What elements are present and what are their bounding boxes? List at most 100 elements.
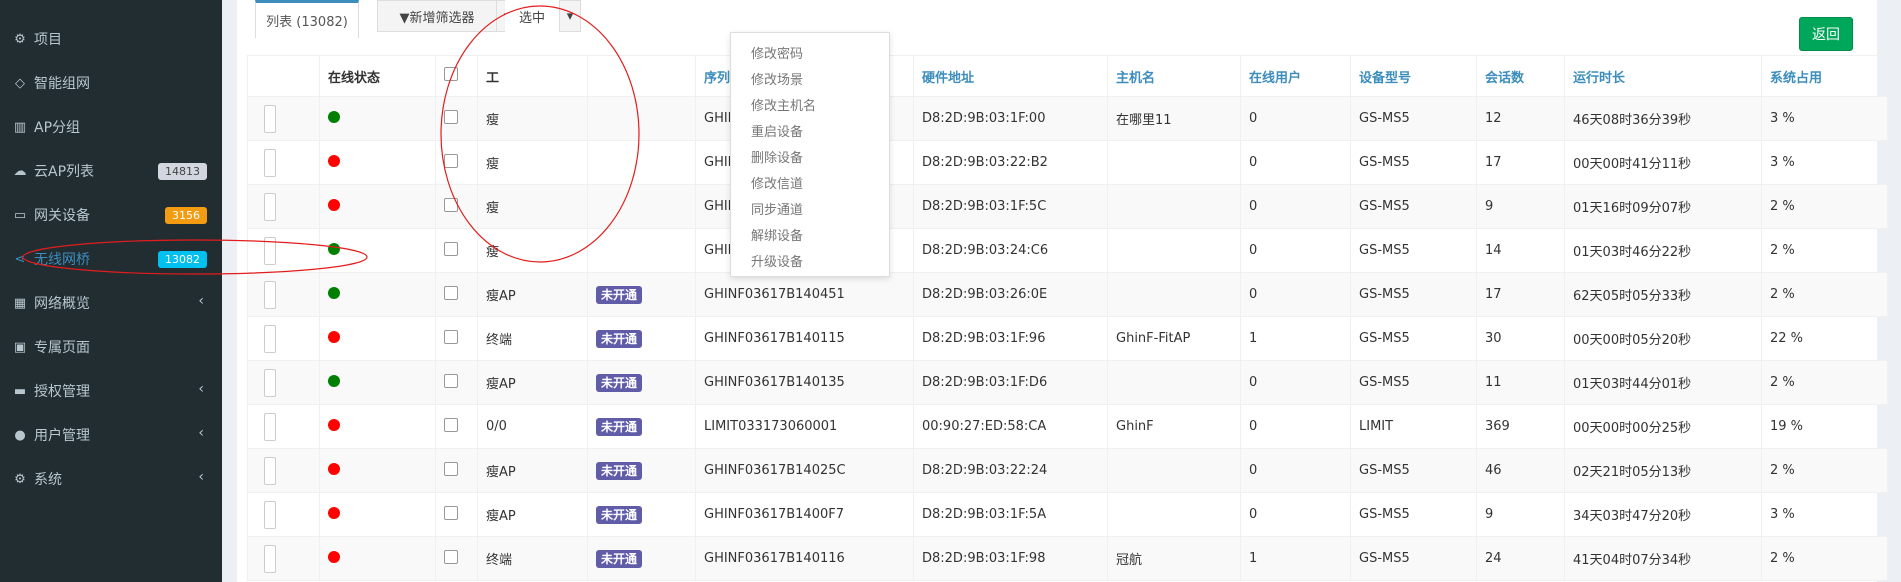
dropdown-item-1[interactable]: 修改场景 (751, 69, 803, 88)
table-row[interactable]: 瘦GHINF03617B1402A3D8:2D:9B:03:22:B20GS-M… (247, 140, 1888, 185)
device-icon-cell (247, 96, 320, 141)
model-cell: GS-MS5 (1350, 96, 1477, 141)
sidebar-item-7[interactable]: ▣ 专属页面 (0, 325, 222, 369)
online-status-cell (319, 140, 436, 185)
header-checkbox[interactable] (435, 55, 478, 97)
row-checkbox[interactable] (444, 549, 458, 564)
table-row[interactable]: 0/0 未开通 LIMIT033173060001 00:90:27:ED:58:CA… (247, 404, 1888, 449)
select-all-checkbox[interactable] (444, 67, 458, 81)
row-checkbox-cell[interactable] (435, 140, 478, 185)
device-icon (264, 236, 276, 265)
row-checkbox-cell[interactable] (435, 184, 478, 229)
header-model[interactable]: 设备型号 (1350, 55, 1477, 97)
model-cell: LIMIT (1350, 404, 1477, 449)
header-uptime[interactable]: 运行时长 (1564, 55, 1762, 97)
row-checkbox[interactable] (444, 417, 458, 432)
row-checkbox[interactable] (444, 153, 458, 168)
header-mac[interactable]: 硬件地址 (913, 55, 1108, 97)
row-checkbox-cell[interactable] (435, 536, 478, 581)
sidebar-item-5[interactable]: ⋖ 无线网桥 13082 (0, 237, 222, 281)
row-checkbox-cell[interactable] (435, 448, 478, 493)
dropdown-item-7[interactable]: 解绑设备 (751, 225, 803, 244)
sidebar-item-9[interactable]: ● 用户管理 ‹ (0, 413, 222, 457)
row-checkbox-cell[interactable] (435, 404, 478, 449)
table-row[interactable]: 瘦AP 未开通 GHINF03617B140451 D8:2D:9B:03:26:0E… (247, 272, 1888, 317)
dropdown-item-8[interactable]: 升级设备 (751, 251, 803, 270)
model-cell: GS-MS5 (1350, 272, 1477, 317)
sidebar-item-0[interactable]: ⚙ 项目 (0, 17, 222, 61)
select-label-button[interactable]: 选中 (505, 0, 559, 32)
table-row[interactable]: 瘦AP 未开通 GHINF03617B14025C D8:2D:9B:03:22:24… (247, 448, 1888, 493)
row-checkbox-cell[interactable] (435, 96, 478, 141)
header-sessions[interactable]: 会话数 (1476, 55, 1565, 97)
row-checkbox-cell[interactable] (435, 228, 478, 273)
dropdown-item-3[interactable]: 重启设备 (751, 121, 803, 140)
sidebar-item-10[interactable]: ⚙ 系统 ‹ (0, 457, 222, 501)
row-checkbox[interactable] (444, 109, 458, 124)
header-mode[interactable]: 工 (477, 55, 588, 97)
header-load[interactable]: 系统占用 (1761, 55, 1888, 97)
sidebar-item-6[interactable]: ▦ 网络概览 ‹ (0, 281, 222, 325)
tag-cell: 未开通 (587, 492, 696, 537)
row-checkbox[interactable] (444, 197, 458, 212)
mode-cell: 瘦 (477, 96, 588, 141)
table-row[interactable]: 瘦GHINF03617B1403ADD8:2D:9B:03:24:C60GS-M… (247, 228, 1888, 273)
row-checkbox-cell[interactable] (435, 272, 478, 317)
mac-cell: D8:2D:9B:03:26:0E (913, 272, 1108, 317)
table-row[interactable]: 瘦GHINF03617B1400CAD8:2D:9B:03:1F:00在哪里11… (247, 96, 1888, 141)
row-checkbox-cell[interactable] (435, 360, 478, 405)
serial-cell: LIMIT033173060001 (695, 404, 914, 449)
share-icon: ⋖ (14, 251, 26, 267)
back-button[interactable]: 返回 (1799, 17, 1853, 51)
table-row[interactable]: 瘦AP 未开通 GHINF03617B1400F7 D8:2D:9B:03:1F:5A… (247, 492, 1888, 537)
sidebar-item-3[interactable]: ☁ 云AP列表 14813 (0, 149, 222, 193)
table-row[interactable]: 瘦AP 未开通 GHINF03617B140135 D8:2D:9B:03:1F:D6… (247, 360, 1888, 405)
row-checkbox-cell[interactable] (435, 492, 478, 537)
sessions-cell: 30 (1476, 316, 1565, 361)
tag-cell: 未开通 (587, 536, 696, 581)
sidebar-item-4[interactable]: ▭ 网关设备 3156 (0, 193, 222, 237)
row-checkbox-cell[interactable] (435, 316, 478, 361)
row-checkbox[interactable] (444, 285, 458, 300)
row-checkbox[interactable] (444, 329, 458, 344)
row-checkbox[interactable] (444, 373, 458, 388)
mode-cell: 瘦 (477, 140, 588, 185)
online-status-cell (319, 316, 436, 361)
sidebar-item-1[interactable]: ◇ 智能组网 (0, 61, 222, 105)
mode-cell: 瘦AP (477, 492, 588, 537)
table-row[interactable]: 瘦GHINF03617B1400F8D8:2D:9B:03:1F:5C0GS-M… (247, 184, 1888, 229)
sessions-cell: 17 (1476, 272, 1565, 317)
row-checkbox[interactable] (444, 505, 458, 520)
users-cell: 1 (1240, 536, 1351, 581)
online-status-cell (319, 448, 436, 493)
table-header-row: 在线状态 工 序列号 硬件地址 主机名 在线用户 设备型号 会话数 运行时长 系… (247, 55, 1888, 97)
dropdown-item-4[interactable]: 删除设备 (751, 147, 803, 166)
tab-list[interactable]: 列表 (13082) (255, 0, 359, 38)
sidebar-item-8[interactable]: ▬ 授权管理 ‹ (0, 369, 222, 413)
select-caret-button[interactable]: ▾ (559, 0, 581, 32)
dropdown-item-0[interactable]: 修改密码 (751, 43, 803, 62)
header-users[interactable]: 在线用户 (1240, 55, 1351, 97)
sidebar-item-2[interactable]: ▥ AP分组 (0, 105, 222, 149)
mode-cell: 0/0 (477, 404, 588, 449)
offline-dot (328, 198, 340, 211)
sessions-cell: 9 (1476, 184, 1565, 229)
add-filter-button[interactable]: ▼新增筛选器 (377, 0, 497, 32)
header-host[interactable]: 主机名 (1107, 55, 1241, 97)
uptime-cell: 62天05时05分33秒 (1564, 272, 1762, 317)
row-checkbox[interactable] (444, 241, 458, 256)
table-row[interactable]: 终端 未开通 GHINF03617B140116 D8:2D:9B:03:1F:98 冠… (247, 536, 1888, 581)
dropdown-item-2[interactable]: 修改主机名 (751, 95, 816, 114)
load-cell: 3 % (1761, 492, 1888, 537)
dropdown-item-5[interactable]: 修改信道 (751, 173, 803, 192)
load-cell: 2 % (1761, 448, 1888, 493)
dropdown-item-6[interactable]: 同步通道 (751, 199, 803, 218)
load-cell: 22 % (1761, 316, 1888, 361)
credit-card-icon: ▬ (13, 383, 27, 399)
sidebar-item-label: 系统 (34, 472, 62, 488)
uptime-cell: 01天03时44分01秒 (1564, 360, 1762, 405)
row-checkbox[interactable] (444, 461, 458, 476)
table-row[interactable]: 终端 未开通 GHINF03617B140115 D8:2D:9B:03:1F:96 G… (247, 316, 1888, 361)
host-cell (1107, 272, 1241, 317)
header-online[interactable]: 在线状态 (319, 55, 436, 97)
